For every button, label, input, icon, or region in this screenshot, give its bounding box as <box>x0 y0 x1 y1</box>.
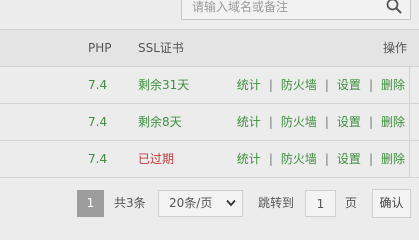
action-separator: | <box>324 115 329 129</box>
action-separator: | <box>268 115 273 129</box>
php-version[interactable]: 7.4 <box>88 104 107 140</box>
table-right-border <box>409 67 419 178</box>
total-count: 共3条 <box>114 196 146 210</box>
row-actions: 统计 | 防火墙 | 设置 | 删除 <box>237 67 405 103</box>
header-ssl: SSL证书 <box>138 41 184 55</box>
row-actions: 统计 | 防火墙 | 设置 | 删除 <box>237 104 405 140</box>
firewall-link[interactable]: 防火墙 <box>281 141 317 177</box>
action-separator: | <box>268 152 273 166</box>
stats-link[interactable]: 统计 <box>237 141 261 177</box>
table-row: 7.4 已过期 统计 | 防火墙 | 设置 | 删除 <box>0 141 419 178</box>
page-unit-label: 页 <box>345 196 358 210</box>
delete-link[interactable]: 删除 <box>381 104 405 140</box>
jump-page-input[interactable] <box>305 190 336 217</box>
table-row: 7.4 剩余31天 统计 | 防火墙 | 设置 | 删除 <box>0 67 419 104</box>
settings-link[interactable]: 设置 <box>337 67 361 103</box>
firewall-link[interactable]: 防火墙 <box>281 104 317 140</box>
firewall-link[interactable]: 防火墙 <box>281 67 317 103</box>
stats-link[interactable]: 统计 <box>237 104 261 140</box>
page-size-value: 20条/页 <box>169 196 213 210</box>
action-separator: | <box>324 152 329 166</box>
php-version[interactable]: 7.4 <box>88 141 107 177</box>
stats-link[interactable]: 统计 <box>237 67 261 103</box>
search-box <box>181 0 411 20</box>
table-header: PHP SSL证书 操作 <box>0 29 419 67</box>
site-table: PHP SSL证书 操作 7.4 剩余31天 统计 | 防火墙 | 设置 | 删… <box>0 29 419 178</box>
delete-link[interactable]: 删除 <box>381 67 405 103</box>
header-php: PHP <box>88 41 112 55</box>
action-separator: | <box>368 152 373 166</box>
pagination: 1 共3条 20条/页 跳转到 页 确认 <box>0 188 419 218</box>
page-number-current[interactable]: 1 <box>77 190 104 217</box>
settings-link[interactable]: 设置 <box>337 104 361 140</box>
table-row: 7.4 剩余8天 统计 | 防火墙 | 设置 | 删除 <box>0 104 419 141</box>
ssl-status[interactable]: 已过期 <box>138 141 174 177</box>
search-icon[interactable] <box>386 0 402 14</box>
settings-link[interactable]: 设置 <box>337 141 361 177</box>
delete-link[interactable]: 删除 <box>381 141 405 177</box>
jump-to-label: 跳转到 <box>258 196 295 210</box>
header-operations: 操作 <box>382 41 407 55</box>
action-separator: | <box>368 115 373 129</box>
chevron-down-icon <box>226 199 236 207</box>
action-separator: | <box>368 78 373 92</box>
search-input[interactable] <box>182 0 388 19</box>
page-size-select[interactable]: 20条/页 <box>158 190 243 217</box>
ssl-status[interactable]: 剩余8天 <box>138 104 182 140</box>
action-separator: | <box>324 78 329 92</box>
confirm-button[interactable]: 确认 <box>372 189 411 218</box>
row-actions: 统计 | 防火墙 | 设置 | 删除 <box>237 141 405 177</box>
ssl-status[interactable]: 剩余31天 <box>138 67 189 103</box>
action-separator: | <box>268 78 273 92</box>
php-version[interactable]: 7.4 <box>88 67 107 103</box>
